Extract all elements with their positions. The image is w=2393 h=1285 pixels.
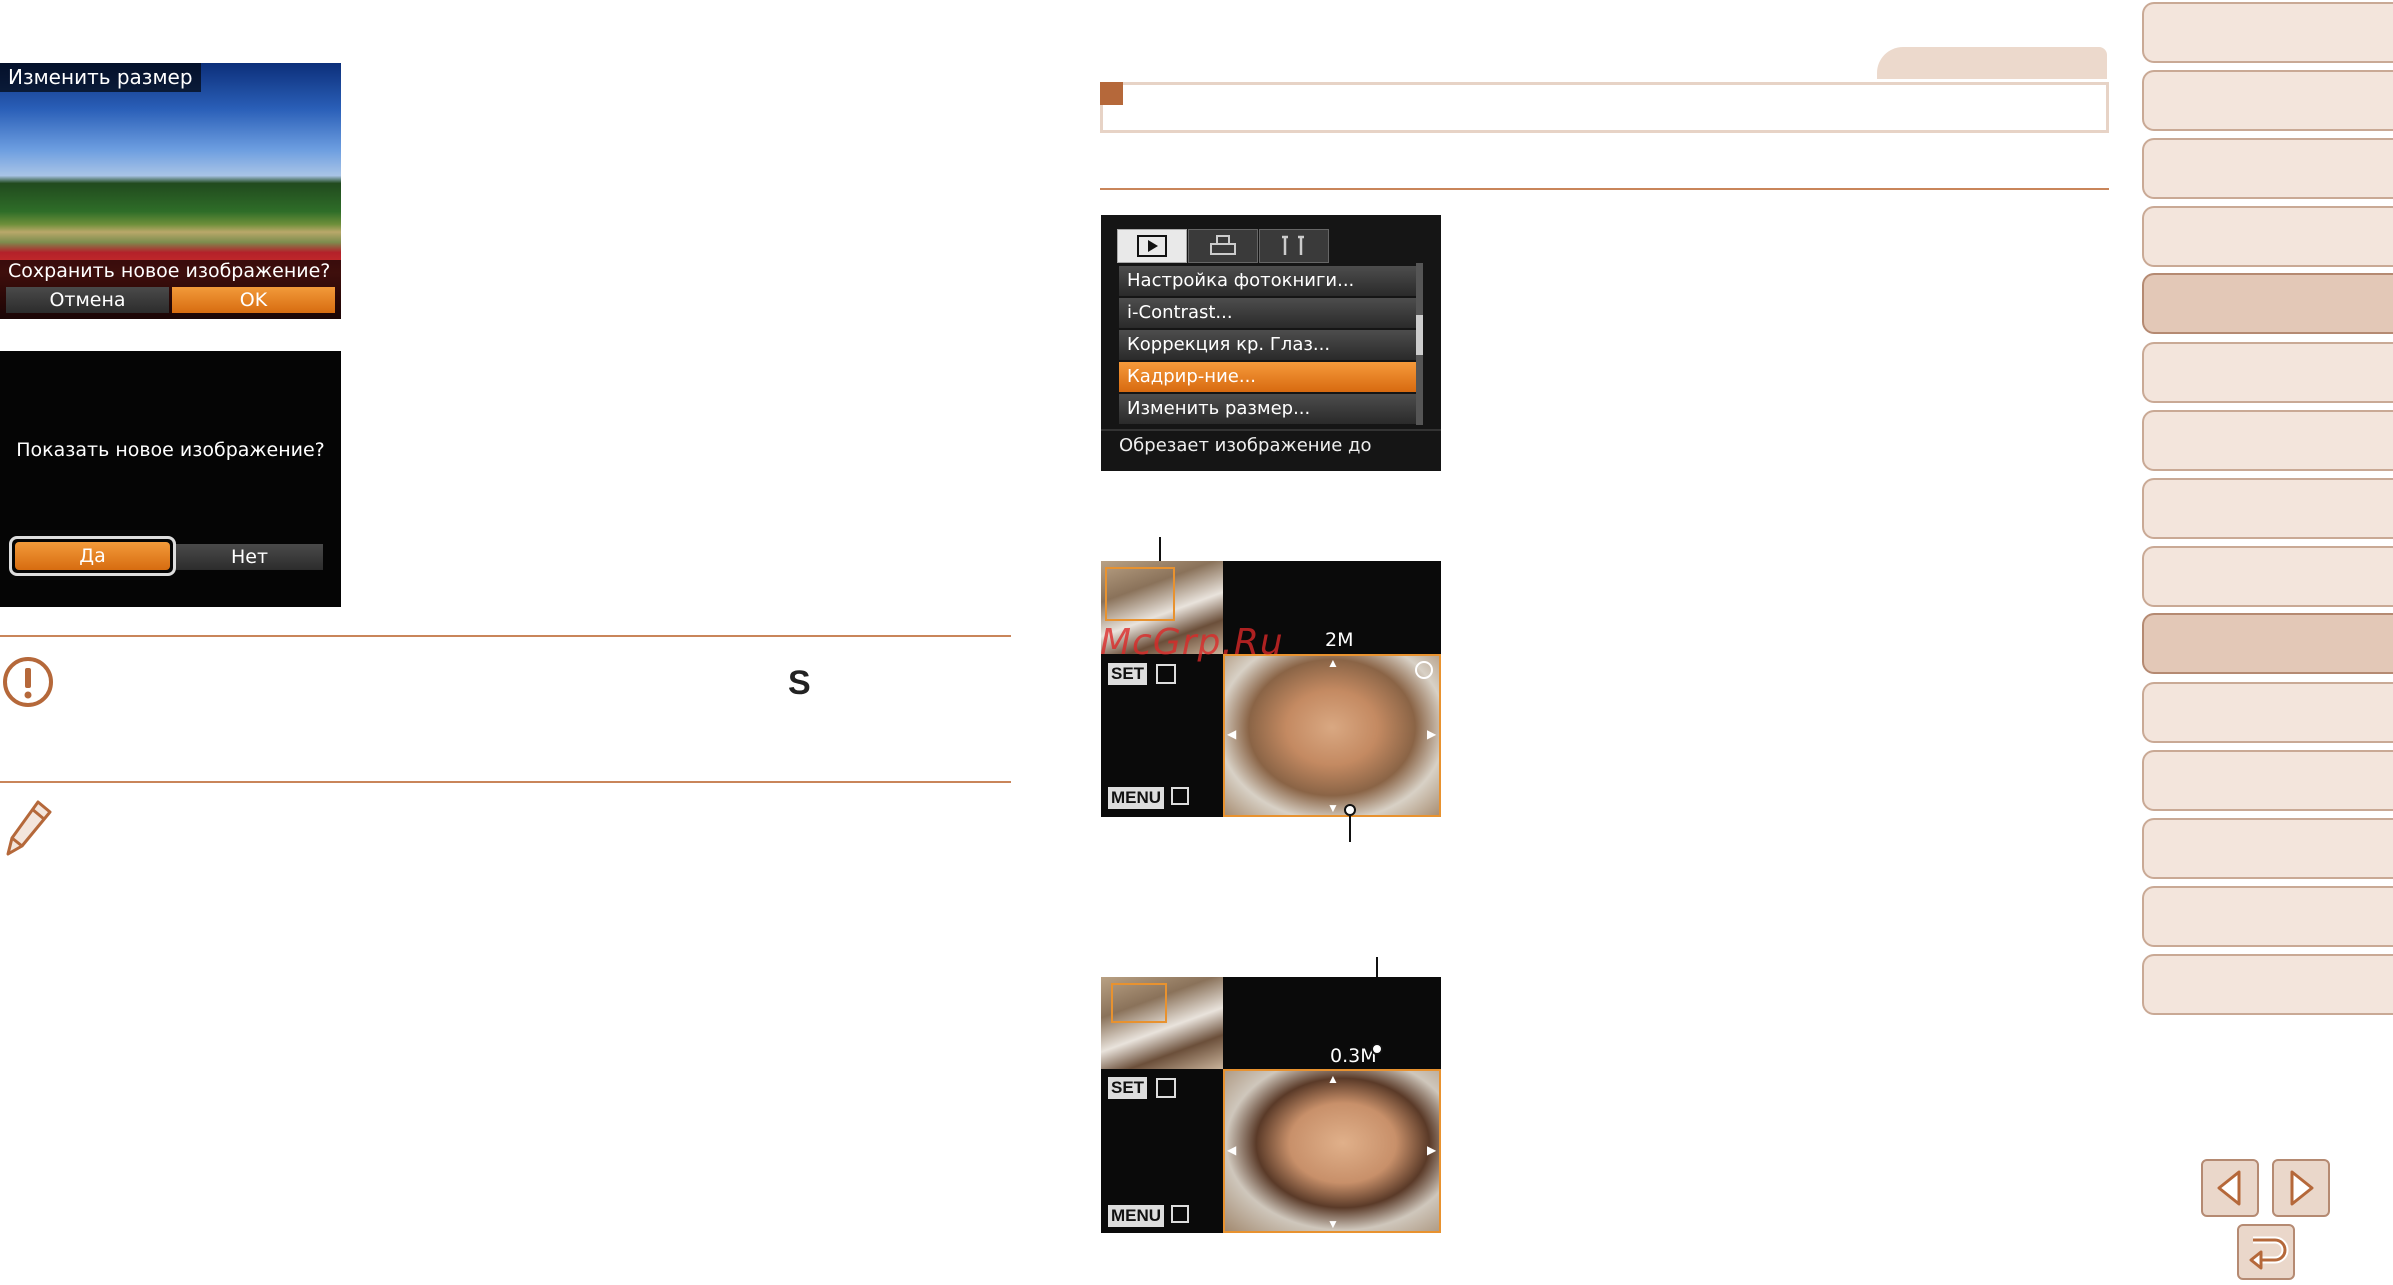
nav-tab-10[interactable]: [2142, 613, 2393, 674]
yes-button[interactable]: Да: [15, 542, 170, 570]
crop-screen-1: 2M 1600x1200 SET ▲ ▼ ◀ ▶ MENU: [1101, 561, 1441, 817]
return-small-icon: [1171, 787, 1189, 805]
return-icon: [2249, 1236, 2289, 1270]
playback-tab-icon[interactable]: [1117, 229, 1187, 263]
menu-tag: MENU: [1108, 787, 1165, 809]
nav-tab-8[interactable]: [2142, 478, 2393, 539]
right-arrow-icon: ▶: [1427, 727, 1437, 741]
pencil-icon: [4, 798, 54, 858]
mode-symbol: S: [788, 664, 811, 702]
nav-tab-12[interactable]: [2142, 750, 2393, 811]
section-rule: [1100, 188, 2109, 190]
tools-tab-icon[interactable]: [1259, 229, 1329, 263]
print-tab-icon[interactable]: [1188, 229, 1258, 263]
ok-button[interactable]: OK: [172, 287, 335, 313]
caution-bottom-rule: [0, 781, 1011, 783]
menu-item-crop[interactable]: Кадрир-ние...: [1119, 362, 1417, 392]
resolution-callout-dot: [1371, 1043, 1383, 1055]
exclamation-circle-icon: [2, 656, 54, 708]
no-button[interactable]: Нет: [176, 544, 323, 570]
menu-description: Обрезает изображение до: [1119, 435, 1372, 456]
left-arrow-icon-2: ◀: [1227, 1143, 1237, 1157]
thumbnail-leader-line: [1159, 537, 1161, 563]
right-arrow-icon-2: ▶: [1427, 1143, 1437, 1157]
up-arrow-icon: ▲: [1327, 656, 1339, 670]
menu-tag-2: MENU: [1108, 1205, 1165, 1227]
crop-thumbnail-frame-2: [1111, 983, 1167, 1023]
menu-item-icontrast[interactable]: i-Contrast...: [1119, 298, 1417, 328]
nav-tab-15[interactable]: [2142, 954, 2393, 1015]
prev-page-button[interactable]: [2201, 1159, 2259, 1217]
caution-top-rule: [0, 635, 1011, 637]
back-button[interactable]: [2237, 1224, 2295, 1280]
crop-preview: [1223, 654, 1441, 817]
preview-callout-dot: [1344, 804, 1356, 816]
nav-tab-1[interactable]: [2142, 2, 2393, 63]
section-header-tab: [1877, 47, 2107, 79]
zoom-icon: [1415, 661, 1433, 679]
show-question: Показать новое изображение?: [16, 439, 325, 461]
crop-mode-icon-2: [1156, 1078, 1176, 1098]
cancel-button[interactable]: Отмена: [6, 287, 169, 313]
nav-tab-2[interactable]: [2142, 70, 2393, 131]
watermark: McGrp.Ru: [1100, 622, 1284, 663]
nav-tab-3[interactable]: [2142, 138, 2393, 199]
edit-menu-screen: Настройка фотокниги... i-Contrast... Кор…: [1101, 215, 1441, 471]
down-arrow-icon-2: ▼: [1327, 1217, 1339, 1231]
set-tag-2: SET: [1108, 1077, 1148, 1099]
nav-tab-9[interactable]: [2142, 546, 2393, 607]
menu-divider: [1101, 429, 1441, 431]
preview-leader-line: [1349, 816, 1351, 842]
nav-tab-4[interactable]: [2142, 206, 2393, 267]
next-page-button[interactable]: [2272, 1159, 2330, 1217]
section-header-box: [1100, 82, 2109, 133]
set-tag: SET: [1108, 663, 1148, 685]
crop-mode-icon: [1156, 664, 1176, 684]
return-small-icon-2: [1171, 1205, 1189, 1223]
nav-tab-13[interactable]: [2142, 818, 2393, 879]
menu-scroll-thumb[interactable]: [1416, 315, 1423, 355]
left-arrow-icon: [2217, 1170, 2241, 1206]
screen-title: Изменить размер: [0, 63, 201, 92]
left-arrow-icon: ◀: [1227, 727, 1237, 741]
show-image-screen: Показать новое изображение? Да Нет: [0, 351, 341, 607]
section-header-marker: [1100, 82, 1123, 105]
menu-item-resize[interactable]: Изменить размер...: [1119, 394, 1417, 424]
menu-item-redeye[interactable]: Коррекция кр. Глаз...: [1119, 330, 1417, 360]
crop-preview-2: [1223, 1069, 1441, 1233]
down-arrow-icon: ▼: [1327, 801, 1339, 815]
crop-thumbnail-frame: [1105, 567, 1175, 621]
nav-tab-5[interactable]: [2142, 273, 2393, 334]
up-arrow-icon-2: ▲: [1327, 1072, 1339, 1086]
right-arrow-icon: [2290, 1170, 2314, 1206]
nav-tab-14[interactable]: [2142, 886, 2393, 947]
nav-tab-6[interactable]: [2142, 342, 2393, 403]
menu-item-photobook[interactable]: Настройка фотокниги...: [1119, 266, 1417, 296]
resize-confirm-screen: Изменить размер Сохранить новое изображе…: [0, 63, 341, 319]
save-question: Сохранить новое изображение?: [8, 260, 331, 282]
nav-tab-7[interactable]: [2142, 410, 2393, 471]
crop-screen-2: 0.3M 640x480 SET ▲ ▼ ◀ ▶ MENU: [1101, 977, 1441, 1233]
nav-tab-11[interactable]: [2142, 682, 2393, 743]
